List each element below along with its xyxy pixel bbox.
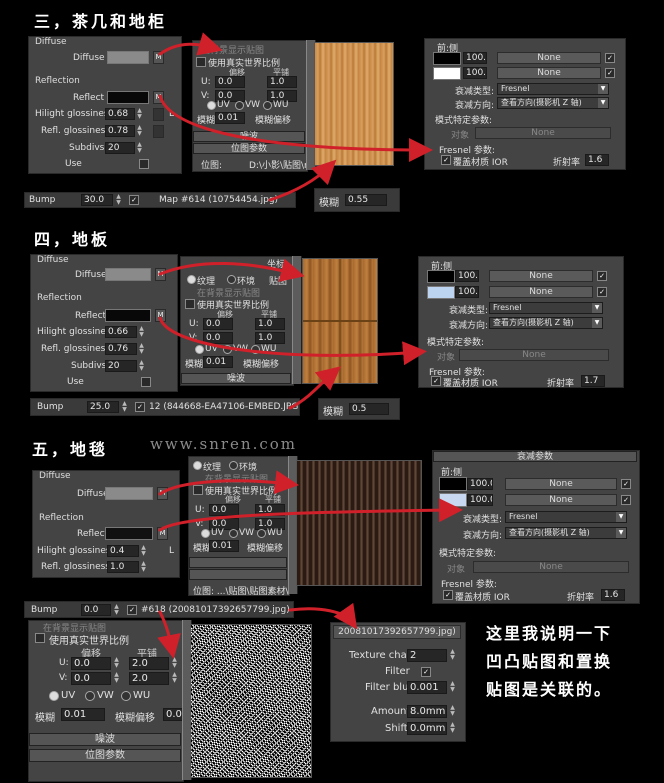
arrow-s5-reflect: [158, 498, 463, 532]
annotation-arrows: [157, 32, 463, 659]
arrow-s3-bump: [268, 159, 337, 202]
arrow-s3-reflect: [158, 94, 433, 162]
arrow-s4-diffuse: [158, 258, 305, 282]
arrow-s5-diffuse: [158, 470, 299, 496]
arrow-s4-bump: [288, 366, 341, 410]
arrow-s5-bump-right: [288, 602, 358, 630]
arrow-s4-reflect: [158, 316, 427, 366]
arrow-s3-diffuse: [158, 32, 223, 56]
arrow-s5-bump-left: [157, 610, 181, 659]
